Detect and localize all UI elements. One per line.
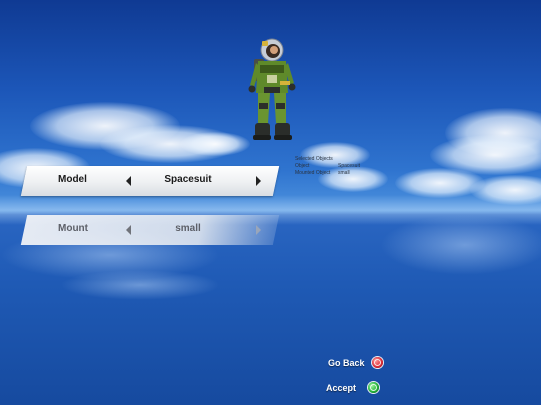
mount-prev-arrow-icon[interactable]: [126, 225, 131, 235]
a-button-icon: [368, 382, 380, 393]
info-heading: Selected Objects: [295, 156, 333, 162]
info-mounted-value: small: [338, 170, 350, 176]
model-value: Spacesuit: [164, 174, 212, 185]
info-object-value: Spacesuit: [338, 163, 360, 169]
mount-label: Mount: [58, 223, 88, 234]
model-label: Model: [58, 174, 87, 185]
selected-objects-info: Selected Objects Object Spacesuit Mounte…: [295, 156, 405, 177]
model-prev-arrow-icon[interactable]: [126, 176, 131, 186]
info-mounted-line: Mounted Object small: [295, 170, 405, 177]
info-mounted-label: Mounted Object: [295, 170, 331, 176]
go-back-label: Go Back: [328, 357, 365, 368]
info-object-label: Object: [295, 163, 310, 169]
cloud-reflection: [60, 270, 220, 300]
accept-button[interactable]: Accept: [326, 382, 380, 393]
info-object-line: Object Spacesuit: [295, 163, 405, 170]
mount-next-arrow-icon[interactable]: [256, 225, 261, 235]
mount-option-row[interactable]: Mount small: [20, 215, 280, 245]
cloud-reflection: [380, 215, 541, 275]
model-option-row[interactable]: Model Spacesuit: [20, 166, 280, 196]
cloud: [180, 132, 250, 156]
mount-value: small: [175, 223, 201, 234]
b-button-icon: [371, 357, 383, 368]
spacesuit-character: [248, 38, 296, 140]
accept-label: Accept: [326, 382, 357, 393]
model-next-arrow-icon[interactable]: [256, 176, 261, 186]
go-back-button[interactable]: Go Back: [328, 357, 383, 368]
